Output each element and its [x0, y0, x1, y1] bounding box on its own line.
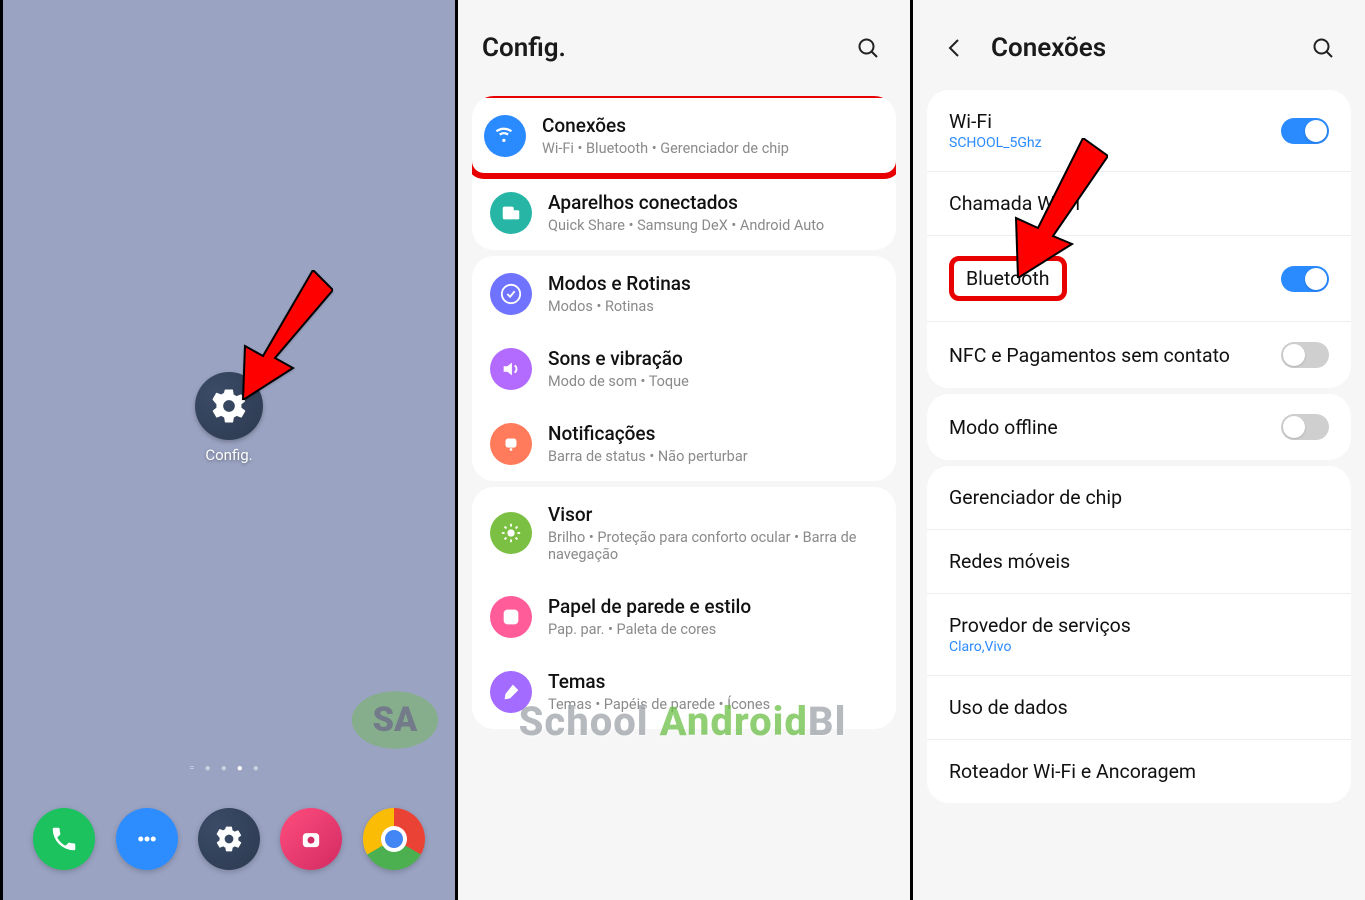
- row-title: Redes móveis: [949, 550, 1070, 573]
- connection-row[interactable]: NFC e Pagamentos sem contato: [927, 322, 1351, 388]
- search-button[interactable]: [1305, 30, 1341, 66]
- settings-row[interactable]: Conexões Wi-Fi • Bluetooth • Gerenciador …: [472, 96, 896, 179]
- settings-row[interactable]: Temas Temas • Papéis de parede • Ícones: [472, 654, 896, 729]
- connections-card: Gerenciador de chip Redes móveis Provedor …: [927, 466, 1351, 803]
- annotation-arrow: [998, 138, 1108, 282]
- settings-row[interactable]: Modos e Rotinas Modos • Rotinas: [472, 256, 896, 331]
- page-title: Conexões: [991, 33, 1106, 63]
- row-subtitle: Barra de status • Não perturbar: [548, 448, 878, 465]
- row-title: Modos e Rotinas: [548, 272, 878, 295]
- bell-icon: [490, 423, 532, 465]
- page-indicator[interactable]: =●●●●: [3, 755, 455, 790]
- connections-card: Modo offline: [927, 394, 1351, 460]
- config-app-label: Config.: [205, 446, 252, 464]
- row-subtitle: Modos • Rotinas: [548, 298, 878, 315]
- home-screen: Config. =●●●●: [0, 0, 455, 900]
- dock: [3, 790, 455, 900]
- header: Conexões: [913, 0, 1365, 84]
- sun-icon: [490, 512, 532, 554]
- phone-app-icon[interactable]: [33, 808, 95, 870]
- toggle-switch[interactable]: [1281, 118, 1329, 144]
- connection-row[interactable]: Uso de dados: [927, 676, 1351, 740]
- settings-row[interactable]: Sons e vibração Modo de som • Toque: [472, 331, 896, 406]
- row-subtitle: Pap. par. • Paleta de cores: [548, 621, 878, 638]
- row-title: Modo offline: [949, 416, 1058, 439]
- chrome-app-icon[interactable]: [363, 808, 425, 870]
- row-title: Sons e vibração: [548, 347, 878, 370]
- row-subtitle: Modo de som • Toque: [548, 373, 878, 390]
- row-title: Papel de parede e estilo: [548, 595, 878, 618]
- palette-icon: [490, 596, 532, 638]
- settings-card: Conexões Wi-Fi • Bluetooth • Gerenciador …: [472, 96, 896, 250]
- row-subtitle: Temas • Papéis de parede • Ícones: [548, 696, 878, 713]
- row-subtitle: Quick Share • Samsung DeX • Android Auto: [548, 217, 878, 234]
- row-title: Wi-Fi: [949, 110, 1042, 133]
- settings-row[interactable]: Notificações Barra de status • Não pertur…: [472, 406, 896, 481]
- annotation-arrow: [223, 270, 333, 404]
- toggle-switch[interactable]: [1281, 266, 1329, 292]
- row-title: Notificações: [548, 422, 878, 445]
- sound-icon: [490, 348, 532, 390]
- check-icon: [490, 273, 532, 315]
- settings-card: Visor Brilho • Proteção para conforto ocu…: [472, 487, 896, 729]
- row-subtitle: Claro,Vivo: [949, 639, 1131, 655]
- settings-row[interactable]: Visor Brilho • Proteção para conforto ocu…: [472, 487, 896, 579]
- connection-row[interactable]: Provedor de serviços Claro,Vivo: [927, 594, 1351, 676]
- settings-main: Config. Conexões Wi-Fi • Bluetooth • Gere…: [455, 0, 910, 900]
- connections-card: Wi-FiSCHOOL_5GhzChamada Wi-FiBluetooth NF…: [927, 90, 1351, 388]
- row-title: Visor: [548, 503, 878, 526]
- devices-icon: [490, 192, 532, 234]
- toggle-switch[interactable]: [1281, 414, 1329, 440]
- settings-app-icon[interactable]: [198, 808, 260, 870]
- row-title: Provedor de serviços: [949, 614, 1131, 637]
- row-title: Gerenciador de chip: [949, 486, 1122, 509]
- connection-row[interactable]: Wi-FiSCHOOL_5Ghz: [927, 90, 1351, 172]
- settings-card: Modos e Rotinas Modos • Rotinas Sons e vib…: [472, 256, 896, 481]
- connection-row[interactable]: Redes móveis: [927, 530, 1351, 594]
- settings-row[interactable]: Aparelhos conectados Quick Share • Samsun…: [472, 175, 896, 250]
- row-subtitle: Brilho • Proteção para conforto ocular •…: [548, 529, 878, 563]
- messages-app-icon[interactable]: [116, 808, 178, 870]
- connection-row[interactable]: Gerenciador de chip: [927, 466, 1351, 530]
- connection-row[interactable]: Bluetooth: [927, 236, 1351, 322]
- row-title: Aparelhos conectados: [548, 191, 878, 214]
- row-title: NFC e Pagamentos sem contato: [949, 344, 1230, 367]
- connection-row[interactable]: Modo offline: [927, 394, 1351, 460]
- row-title: Conexões: [542, 114, 884, 137]
- settings-row[interactable]: Papel de parede e estilo Pap. par. • Pale…: [472, 579, 896, 654]
- header: Config.: [458, 0, 910, 84]
- page-title: Config.: [482, 33, 566, 63]
- toggle-switch[interactable]: [1281, 342, 1329, 368]
- back-button[interactable]: [937, 30, 973, 66]
- search-button[interactable]: [850, 30, 886, 66]
- row-title: Roteador Wi-Fi e Ancoragem: [949, 760, 1196, 783]
- connection-row[interactable]: Chamada Wi-Fi: [927, 172, 1351, 236]
- wifi-icon: [484, 115, 526, 157]
- settings-connections: Conexões Wi-FiSCHOOL_5GhzChamada Wi-FiBl…: [910, 0, 1365, 900]
- row-subtitle: Wi-Fi • Bluetooth • Gerenciador de chip: [542, 140, 884, 157]
- row-title: Uso de dados: [949, 696, 1068, 719]
- row-title: Temas: [548, 670, 878, 693]
- brush-icon: [490, 671, 532, 713]
- connection-row[interactable]: Roteador Wi-Fi e Ancoragem: [927, 740, 1351, 803]
- camera-app-icon[interactable]: [280, 808, 342, 870]
